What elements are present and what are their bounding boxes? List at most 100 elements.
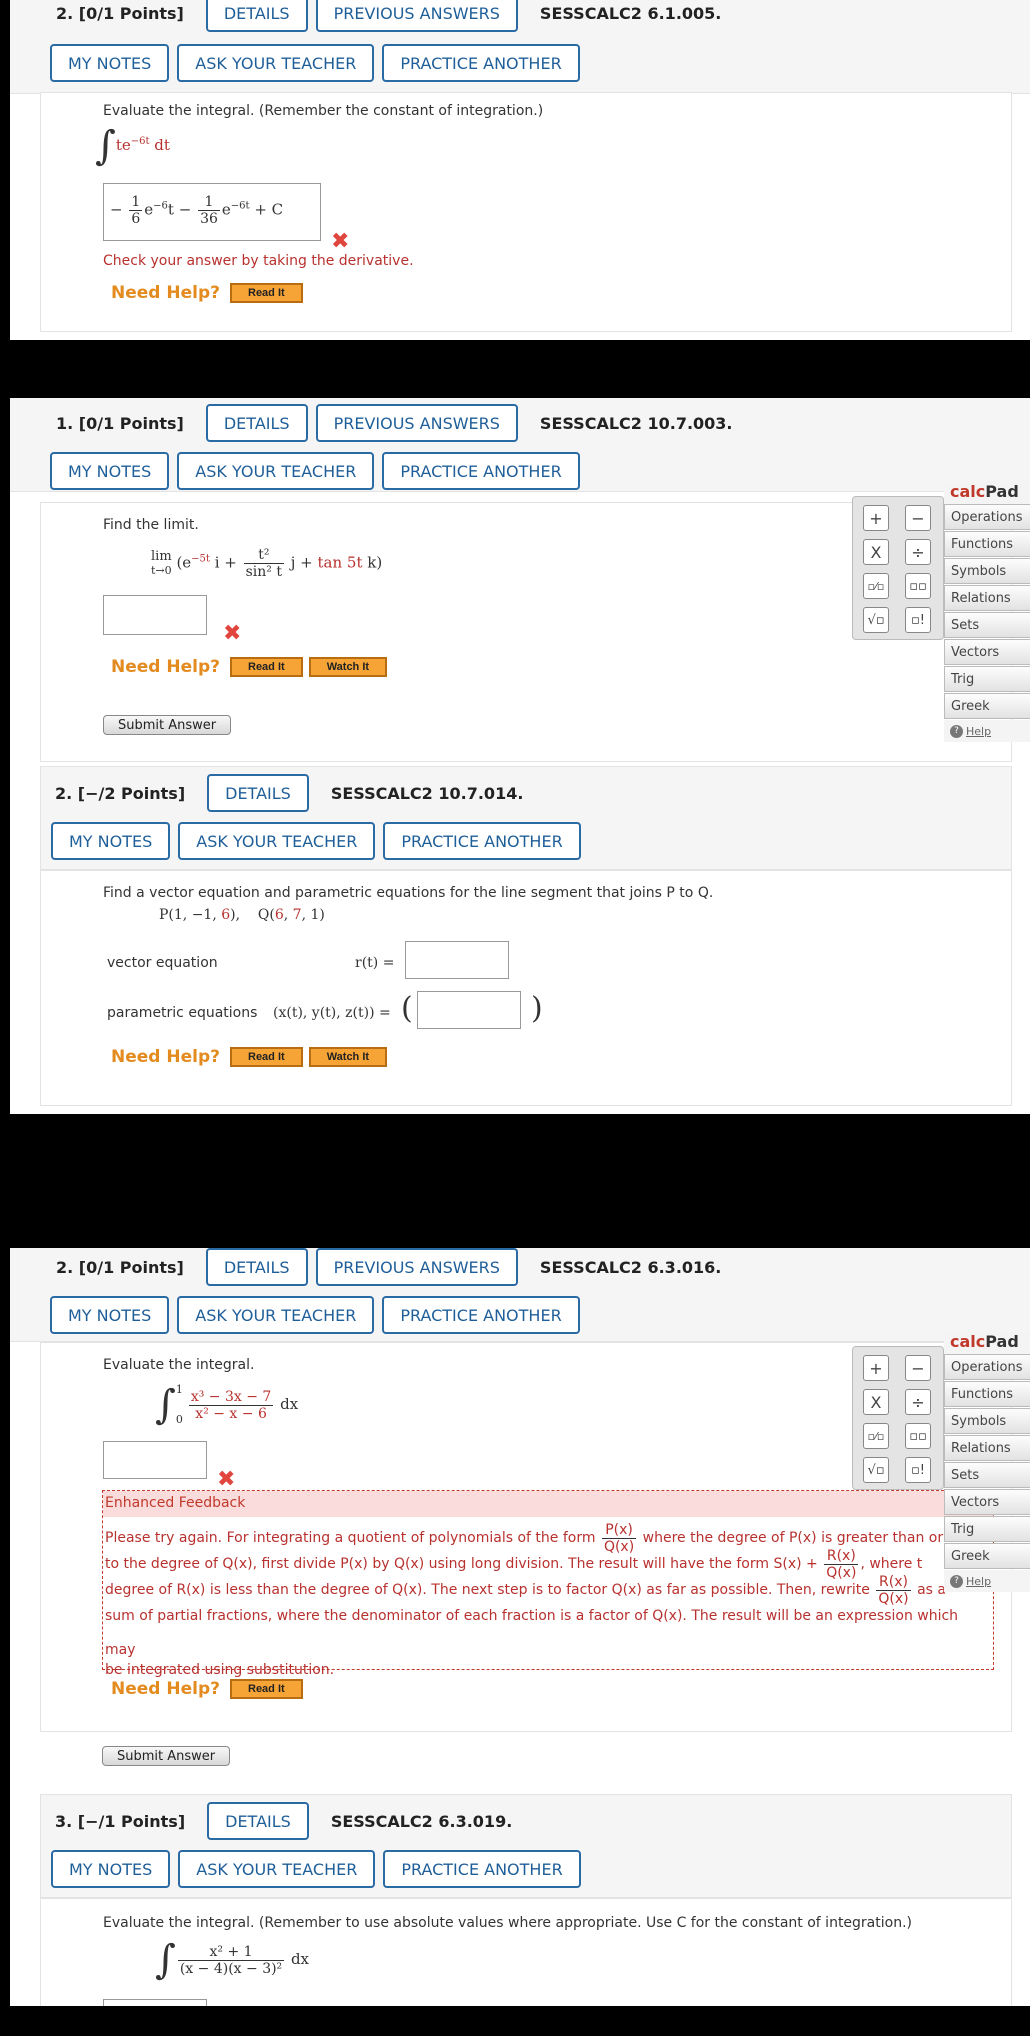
exponent-key[interactable]: ▫▫ [905, 573, 931, 599]
practice-another-button[interactable]: PRACTICE ANOTHER [382, 1296, 580, 1334]
calcpad-operations[interactable]: Operations [944, 504, 1030, 530]
calcpad-greek[interactable]: Greek [944, 693, 1030, 719]
my-notes-button[interactable]: MY NOTES [51, 822, 171, 860]
calcpad-keys: + − X ÷ ▫⁄▫ ▫▫ √▫ ▫! [852, 1346, 944, 1490]
limit-expression: lim t→0 (e−5t i + t² sin² t j + tan 5t k) [151, 547, 382, 580]
answer-minus: − [110, 200, 123, 219]
calcpad-sets[interactable]: Sets [944, 612, 1030, 638]
answer-box[interactable] [103, 1441, 207, 1479]
point-q-y: 7 [292, 907, 302, 923]
incorrect-x-icon: ✖ [217, 1467, 236, 1492]
plus-key[interactable]: + [863, 505, 889, 531]
fraction-key[interactable]: ▫⁄▫ [863, 573, 889, 599]
calcpad-help[interactable]: ? Help [944, 720, 1030, 742]
incorrect-x-icon: ✖ [223, 621, 242, 646]
question-prompt: Find the limit. [103, 517, 199, 533]
integrand-fraction: x² + 1 (x − 4)(x − 3)² [177, 1943, 285, 1977]
read-it-button[interactable]: Read It [230, 1047, 303, 1067]
calcpad-relations[interactable]: Relations [944, 585, 1030, 611]
integrand-exponent: −6t [130, 136, 150, 147]
my-notes-button[interactable]: MY NOTES [50, 1296, 170, 1334]
practice-another-button[interactable]: PRACTICE ANOTHER [382, 452, 580, 490]
ask-teacher-button[interactable]: ASK YOUR TEACHER [178, 822, 376, 860]
ask-teacher-button[interactable]: ASK YOUR TEACHER [177, 1296, 375, 1334]
calcpad-symbols[interactable]: Symbols [944, 1408, 1030, 1434]
answer-constant: + C [249, 200, 284, 219]
sqrt-key[interactable]: √▫ [863, 607, 889, 633]
calcpad-operations[interactable]: Operations [944, 1354, 1030, 1380]
read-it-button[interactable]: Read It [230, 657, 303, 677]
minus-key[interactable]: − [905, 505, 931, 531]
divide-key[interactable]: ÷ [905, 539, 931, 565]
integral-expression: ∫ x² + 1 (x − 4)(x − 3)² dx [155, 1937, 310, 1983]
question-code: SESSCALC2 10.7.014. [330, 783, 524, 803]
previous-answers-button[interactable]: PREVIOUS ANSWERS [315, 1248, 518, 1286]
question-body: Evaluate the integral. (Remember the con… [40, 92, 1012, 332]
practice-another-button[interactable]: PRACTICE ANOTHER [382, 44, 580, 82]
point-q-end: , 1) [301, 907, 325, 923]
my-notes-button[interactable]: MY NOTES [50, 44, 170, 82]
question-code: SESSCALC2 6.1.005. [539, 3, 722, 23]
my-notes-button[interactable]: MY NOTES [51, 1850, 171, 1888]
calcpad-trig[interactable]: Trig [944, 1516, 1030, 1542]
need-help-row: Need Help? Read It Watch It [111, 657, 393, 677]
calcpad-functions[interactable]: Functions [944, 531, 1030, 557]
answer-box[interactable]: − 1 6 e−6t − 1 36 e−6t + C [103, 183, 321, 241]
answer-e2: e [221, 200, 231, 219]
plus-key[interactable]: + [863, 1355, 889, 1381]
differential: dx [275, 1395, 299, 1413]
factorial-key[interactable]: ▫! [905, 1457, 931, 1483]
point-q: Q( [257, 907, 275, 923]
details-button[interactable]: DETAILS [207, 1802, 309, 1840]
point-q-x: 6 [274, 907, 284, 923]
factorial-key[interactable]: ▫! [905, 607, 931, 633]
calcpad-trig[interactable]: Trig [944, 666, 1030, 692]
previous-answers-button[interactable]: PREVIOUS ANSWERS [315, 404, 518, 442]
read-it-button[interactable]: Read It [230, 283, 303, 303]
watch-it-button[interactable]: Watch It [308, 657, 388, 677]
minus-key[interactable]: − [905, 1355, 931, 1381]
answer-box[interactable] [103, 1999, 207, 2006]
need-help-row: Need Help? Read It Watch It [111, 1047, 393, 1067]
calcpad-vectors[interactable]: Vectors [944, 639, 1030, 665]
ask-teacher-button[interactable]: ASK YOUR TEACHER [177, 44, 375, 82]
vector-equation-input[interactable] [405, 941, 509, 979]
feedback-line-1b: where the degree of P(x) is greater than… [642, 1530, 944, 1546]
divide-key[interactable]: ÷ [905, 1389, 931, 1415]
watch-it-button[interactable]: Watch It [308, 1047, 388, 1067]
calcpad-greek[interactable]: Greek [944, 1543, 1030, 1569]
details-button[interactable]: DETAILS [205, 404, 308, 442]
previous-answers-button[interactable]: PREVIOUS ANSWERS [315, 0, 518, 32]
ask-teacher-button[interactable]: ASK YOUR TEACHER [178, 1850, 376, 1888]
calcpad-sets[interactable]: Sets [944, 1462, 1030, 1488]
answer-box[interactable] [103, 595, 207, 635]
answer-e2-exp: −6t [230, 200, 250, 212]
calcpad-vectors[interactable]: Vectors [944, 1489, 1030, 1515]
parametric-equations-input[interactable] [417, 991, 521, 1029]
details-button[interactable]: DETAILS [205, 0, 308, 32]
question-header: 2. [0/1 Points] DETAILS PREVIOUS ANSWERS… [10, 1248, 1030, 1342]
question-header: 2. [0/1 Points] DETAILS PREVIOUS ANSWERS… [10, 0, 1030, 94]
sqrt-key[interactable]: √▫ [863, 1457, 889, 1483]
question-body: Find a vector equation and parametric eq… [40, 870, 1012, 1106]
submit-answer-button[interactable]: Submit Answer [103, 715, 232, 735]
submit-answer-button[interactable]: Submit Answer [102, 1746, 231, 1766]
lower-limit: 0 [175, 1413, 183, 1426]
practice-another-button[interactable]: PRACTICE ANOTHER [383, 822, 581, 860]
fraction-key[interactable]: ▫⁄▫ [863, 1423, 889, 1449]
calcpad-relations[interactable]: Relations [944, 1435, 1030, 1461]
question-header: 3. [−/1 Points] DETAILS SESSCALC2 6.3.01… [40, 1794, 1012, 1898]
calcpad-functions[interactable]: Functions [944, 1381, 1030, 1407]
times-key[interactable]: X [863, 539, 889, 565]
times-key[interactable]: X [863, 1389, 889, 1415]
my-notes-button[interactable]: MY NOTES [50, 452, 170, 490]
feedback-title: Enhanced Feedback [103, 1491, 993, 1517]
calcpad-help[interactable]: ? Help [944, 1570, 1030, 1592]
exponent-key[interactable]: ▫▫ [905, 1423, 931, 1449]
ask-teacher-button[interactable]: ASK YOUR TEACHER [177, 452, 375, 490]
details-button[interactable]: DETAILS [205, 1248, 308, 1286]
details-button[interactable]: DETAILS [207, 774, 309, 812]
practice-another-button[interactable]: PRACTICE ANOTHER [383, 1850, 581, 1888]
point-p-end: ), [230, 907, 241, 923]
calcpad-symbols[interactable]: Symbols [944, 558, 1030, 584]
